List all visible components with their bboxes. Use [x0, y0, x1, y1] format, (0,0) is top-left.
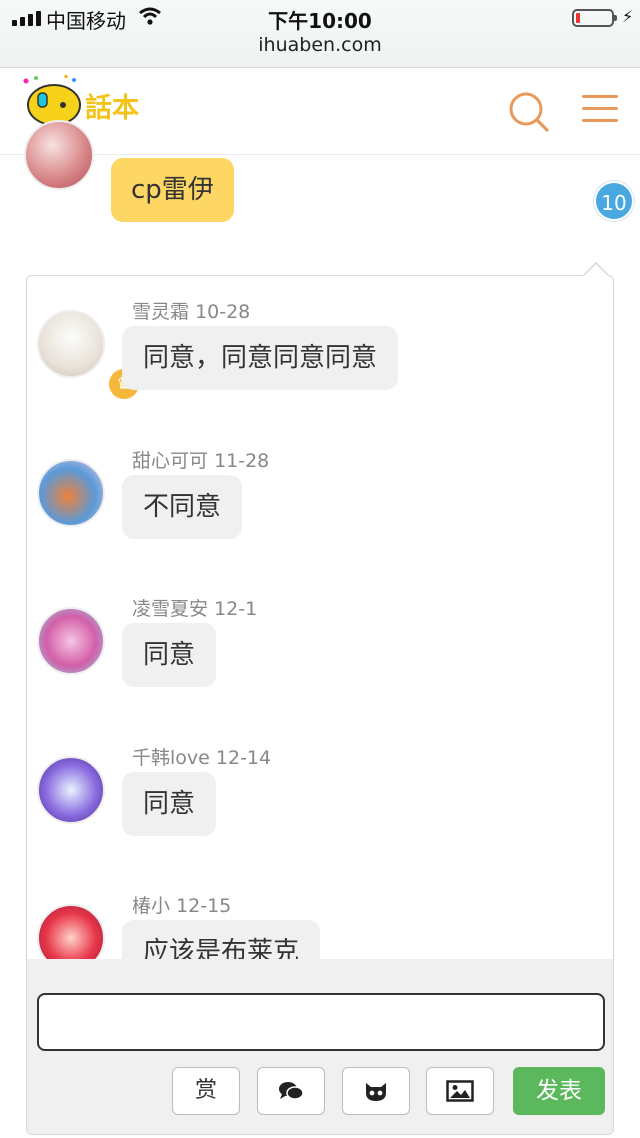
reply-meta: 千韩love 12-14: [132, 743, 271, 770]
battery-icon: [572, 9, 617, 27]
reply-meta: 雪灵霜 10-28: [132, 297, 250, 324]
search-icon[interactable]: [508, 91, 550, 133]
reply-list: ♛ 雪灵霜 10-28 同意，同意同意同意 甜心可可 11-28 不同意 凌雪夏…: [27, 276, 613, 959]
reply-date: 11-28: [214, 450, 270, 472]
reply-count-badge[interactable]: 10: [594, 181, 634, 221]
emoji-chat-button[interactable]: [257, 1067, 325, 1115]
parent-comment-avatar[interactable]: [24, 120, 94, 190]
menu-icon[interactable]: [582, 95, 618, 129]
logo-text: 話本: [85, 92, 139, 124]
browser-top-bar: 中国移动 下午10:00 ⚡ ihuaben.com: [0, 0, 640, 68]
send-button[interactable]: 发表: [513, 1067, 605, 1115]
reply-item: 千韩love 12-14 同意: [27, 740, 613, 880]
image-upload-button[interactable]: [426, 1067, 494, 1115]
reply-panel: ♛ 雪灵霜 10-28 同意，同意同意同意 甜心可可 11-28 不同意 凌雪夏…: [26, 275, 614, 1135]
reply-user[interactable]: 雪灵霜: [132, 301, 189, 323]
parent-comment-bubble: cp雷伊: [111, 158, 234, 222]
reply-item: 凌雪夏安 12-1 同意: [27, 591, 613, 731]
panel-arrow-inner: [583, 264, 609, 277]
reply-bubble: 同意，同意同意同意: [122, 326, 399, 390]
reply-user[interactable]: 椿小: [132, 895, 170, 917]
avatar[interactable]: [37, 459, 105, 527]
reply-date: 12-14: [215, 747, 272, 769]
reply-date: 12-1: [214, 598, 258, 620]
clock: 下午10:00: [268, 9, 372, 33]
reply-item: 甜心可可 11-28 不同意: [27, 443, 613, 583]
avatar[interactable]: [37, 607, 105, 675]
reply-bubble: 不同意: [122, 475, 243, 539]
sticker-button[interactable]: [342, 1067, 410, 1115]
reply-date: 10-28: [195, 301, 251, 323]
reply-bubble: 同意: [122, 623, 217, 687]
reply-user[interactable]: 千韩love: [132, 747, 210, 769]
reply-user[interactable]: 甜心可可: [132, 450, 208, 472]
reply-item: ♛ 雪灵霜 10-28 同意，同意同意同意: [27, 294, 613, 434]
reply-bubble: 同意: [122, 772, 217, 836]
reply-meta: 甜心可可 11-28: [132, 446, 269, 473]
site-header: 話本: [0, 69, 640, 155]
reply-meta: 椿小 12-15: [132, 891, 231, 918]
github-cat-icon: [366, 1083, 386, 1101]
status-bar: 中国移动 下午10:00 ⚡: [0, 4, 640, 33]
reply-bubble: 应该是布莱克: [122, 920, 321, 959]
reply-date: 12-15: [176, 895, 232, 917]
address-bar[interactable]: ihuaben.com: [0, 34, 640, 56]
reply-item: 椿小 12-15 应该是布莱克: [27, 888, 613, 959]
charging-icon: ⚡: [622, 7, 634, 26]
reply-meta: 凌雪夏安 12-1: [132, 594, 257, 621]
reply-user[interactable]: 凌雪夏安: [132, 598, 208, 620]
reply-input[interactable]: [37, 993, 605, 1051]
image-icon: [446, 1080, 474, 1102]
chat-bubbles-icon: [279, 1082, 304, 1100]
avatar[interactable]: [37, 756, 105, 824]
reward-button[interactable]: 赏: [172, 1067, 240, 1115]
reply-composer: 赏 发表: [27, 959, 613, 1134]
avatar[interactable]: [37, 310, 105, 378]
avatar[interactable]: [37, 904, 105, 959]
